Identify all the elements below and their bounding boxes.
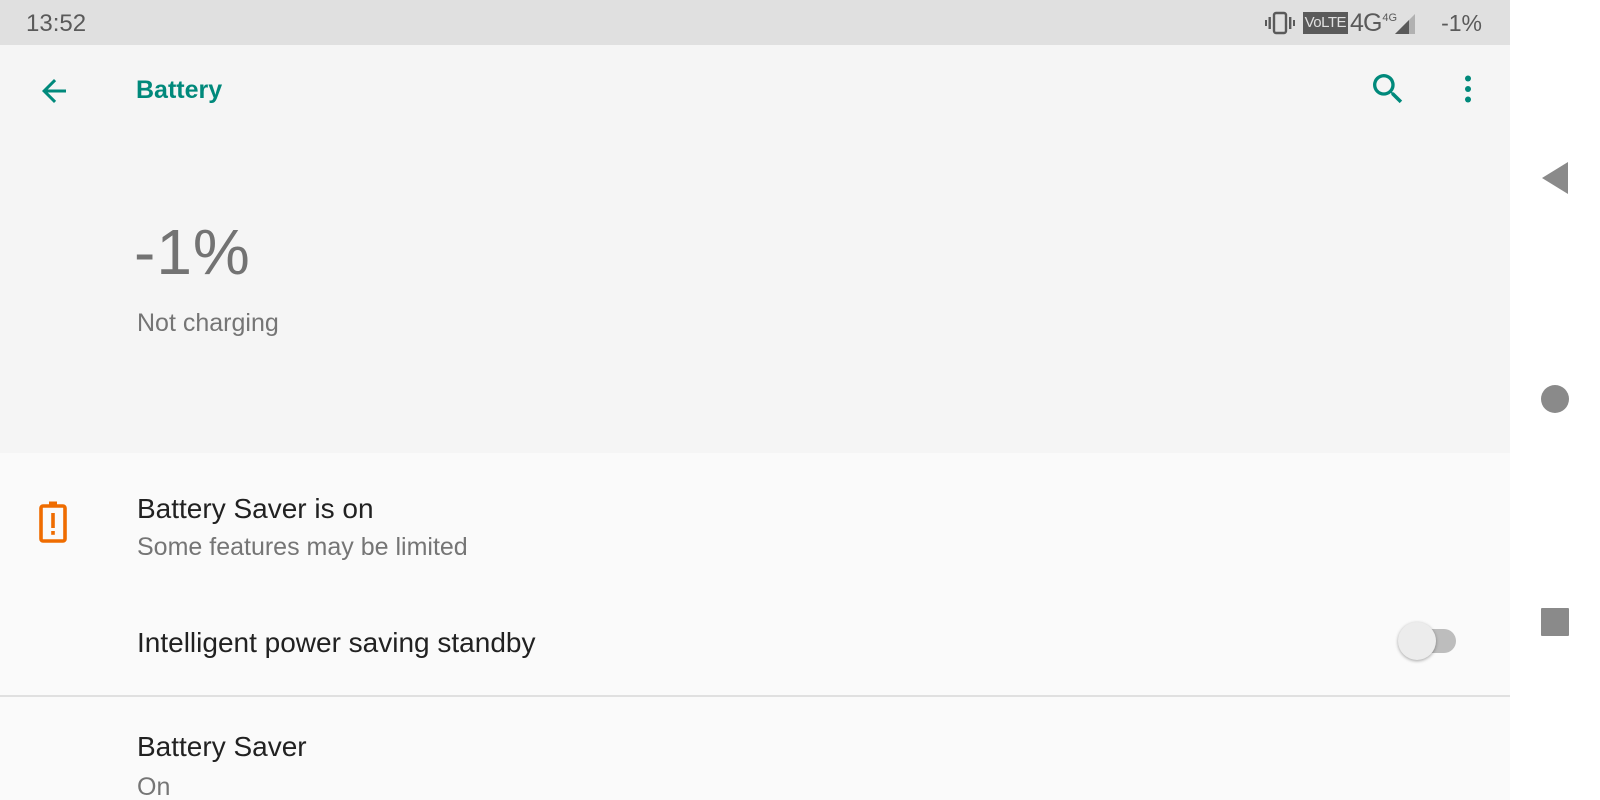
status-icons: VoLTE 4G 4G -1% xyxy=(1264,8,1482,38)
battery-saver-title: Battery Saver xyxy=(137,731,307,762)
nav-back-button[interactable] xyxy=(1527,150,1583,206)
back-button[interactable] xyxy=(30,67,78,115)
page-title: Battery xyxy=(136,76,223,104)
signal-icon xyxy=(1395,14,1416,34)
navigation-bar xyxy=(1510,0,1600,800)
battery-saver-banner[interactable]: Battery Saver is on Some features may be… xyxy=(0,453,1510,589)
search-icon xyxy=(1373,74,1403,104)
more-options-button[interactable] xyxy=(1444,65,1492,113)
status-bar: 13:52 VoLTE 4G 4G -1% xyxy=(0,0,1510,45)
search-button[interactable] xyxy=(1364,65,1412,113)
charging-status: Not charging xyxy=(137,309,279,337)
status-time: 13:52 xyxy=(26,10,87,37)
battery-saver-banner-subtitle: Some features may be limited xyxy=(137,533,468,561)
back-arrow-icon xyxy=(42,79,66,103)
network-type: 4G xyxy=(1350,8,1382,37)
vibrate-icon xyxy=(1264,11,1295,35)
intelligent-standby-title: Intelligent power saving standby xyxy=(137,627,536,658)
battery-level: -1% xyxy=(134,216,251,288)
battery-header: -1% Not charging xyxy=(0,137,1510,453)
nav-back-icon xyxy=(1542,162,1568,194)
battery-alert-icon xyxy=(39,501,67,543)
battery-saver-row[interactable]: Battery Saver On xyxy=(0,697,1510,800)
intelligent-standby-toggle[interactable] xyxy=(1398,621,1460,661)
nav-recents-icon xyxy=(1541,608,1569,636)
settings-screen: 13:52 VoLTE 4G 4G -1% Battery -1% Not ch… xyxy=(0,0,1510,800)
toolbar: Battery xyxy=(0,45,1510,137)
more-vert-icon xyxy=(1465,75,1471,103)
nav-recents-button[interactable] xyxy=(1527,594,1583,650)
volte-icon: VoLTE xyxy=(1302,12,1349,34)
nav-home-button[interactable] xyxy=(1527,371,1583,427)
toggle-thumb xyxy=(1398,622,1436,660)
intelligent-standby-row[interactable]: Intelligent power saving standby xyxy=(0,589,1510,695)
battery-saver-subtitle: On xyxy=(137,773,171,800)
battery-saver-banner-title: Battery Saver is on xyxy=(137,493,374,524)
status-battery-percent: -1% xyxy=(1441,9,1482,36)
nav-home-icon xyxy=(1541,385,1569,413)
